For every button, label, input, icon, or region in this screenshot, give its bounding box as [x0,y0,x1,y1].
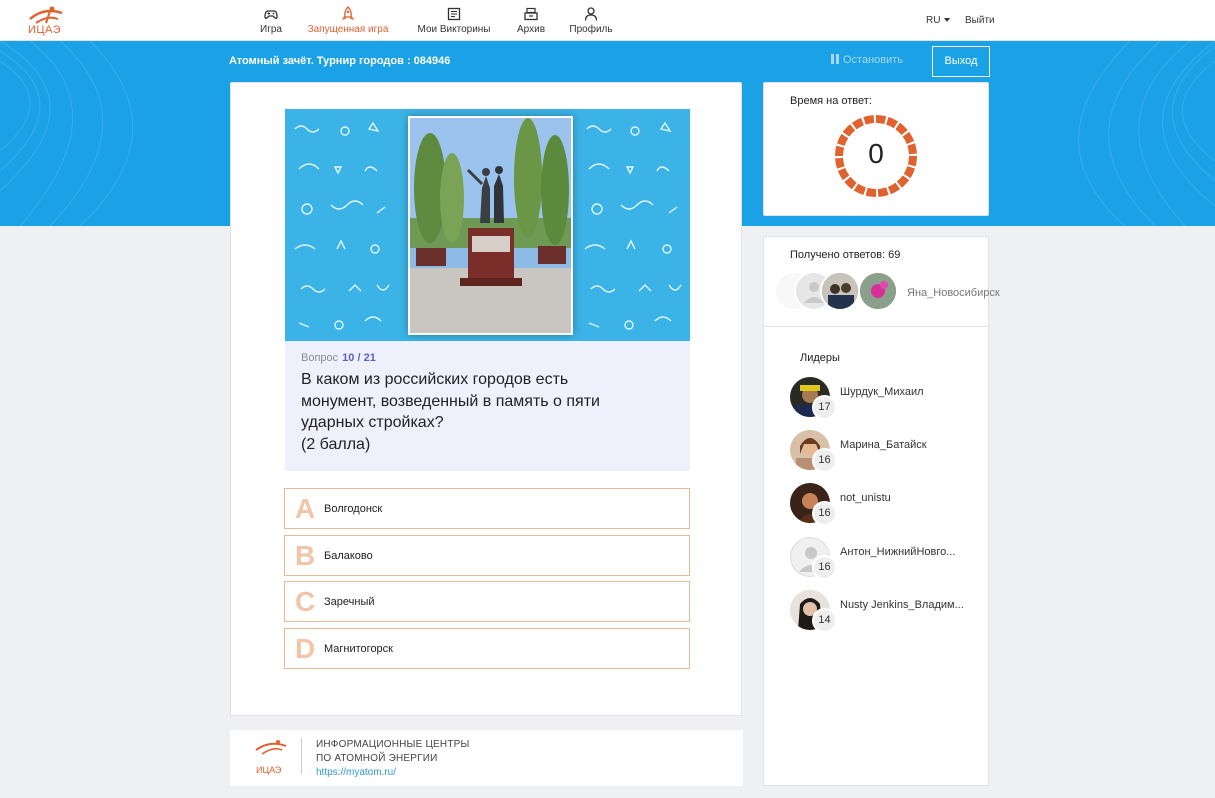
question-text-line: В каком из российских городов есть [301,371,569,388]
quiz-list-icon [447,7,461,21]
leader-score-badge: 16 [812,448,837,473]
question-total: / 21 [357,352,376,364]
answer-option-d[interactable]: D Магнитогорск [284,628,690,669]
divider [764,326,988,327]
nav-item-profile[interactable]: Профиль [568,6,614,35]
avatar [820,271,860,311]
nav-item-archive[interactable]: Архив [514,6,548,35]
footer-divider [301,738,302,774]
footer-link[interactable]: https://myatom.ru/ [316,767,396,778]
avatar-photo-icon [822,273,858,309]
question-points: (2 балла) [301,435,371,453]
monument-illustration [410,118,571,333]
game-title: Атомный зачёт. Турнир городов : 084946 [229,55,451,67]
question-text-line: монумент, возведенный в память о пяти [301,392,600,410]
latest-responder-name: Яна_Новосибирск [907,287,1000,299]
language-selector[interactable]: RU [926,15,951,26]
leader-row[interactable]: Nusty Jenkins_Владим... 14 [790,590,980,634]
leader-name: not_unistu [840,492,891,504]
rocket-icon [341,6,355,21]
nav-item-label: Архив [516,24,546,35]
question-counter: Вопрос 10 / 21 [301,352,376,364]
gamepad-icon [264,10,278,19]
question-number: 10 [342,352,355,364]
answer-option-a[interactable]: A Волгодонск [284,488,690,529]
answer-option-c[interactable]: C Заречный [284,581,690,622]
avatar [858,271,898,311]
answer-letter: B [295,540,316,571]
responses-count: Получено ответов: 69 [790,249,901,261]
footer-line-1: ИНФОРМАЦИОННЫЕ ЦЕНТРЫ [316,739,470,750]
answer-letter: D [295,633,316,664]
pause-icon [831,54,839,64]
leader-name: Антон_НижнийНовго... [840,546,956,558]
leader-score-badge: 14 [812,608,837,633]
leader-row[interactable]: not_unistu 16 [790,483,980,527]
leader-name: Nusty Jenkins_Владим... [840,599,964,611]
leader-score-badge: 16 [812,555,837,580]
answer-letter: C [295,586,316,617]
question-panel: Вопрос 10 / 21 В каком из российских горо… [285,341,690,471]
question-text-line: ударных стройках? [301,414,444,431]
timer-label: Время на ответ: [790,95,872,107]
footer-logo: ИЦАЭ [252,738,292,775]
responses-sidebar: Получено ответов: 69 Яна_Новосибирск Лид… [763,236,1000,786]
question-text: В каком из российских городов есть монум… [301,369,661,455]
nav-item-running-game[interactable]: Запущенная игра [305,6,391,35]
question-image [285,109,690,341]
exit-button[interactable]: Выход [932,46,990,77]
leader-row[interactable]: Марина_Батайск 16 [790,430,980,474]
answer-text: Волгодонск [324,503,383,515]
language-value: RU [926,15,941,26]
timer-value: 0 [868,138,884,169]
leader-name: Шурдук_Михаил [840,386,924,398]
leaders-title: Лидеры [800,352,840,364]
question-card: Вопрос 10 / 21 В каком из российских горо… [230,82,742,716]
footer-line-2: ПО АТОМНОЙ ЭНЕРГИИ [316,753,438,764]
monument-photo [408,116,573,335]
answer-option-b[interactable]: B Балаково [284,535,690,576]
leader-name: Марина_Батайск [840,439,927,451]
nav-item-label: Игра [260,24,282,35]
archive-icon [524,7,538,21]
nav-item-label: Профиль [569,24,613,35]
question-label: Вопрос [301,352,339,364]
nav-item-label: Запущенная игра [307,24,389,35]
logout-link[interactable]: Выйти [965,15,995,26]
caret-down-icon [944,18,951,23]
logo-text: ИЦАЭ [28,24,62,36]
footer-logo-text: ИЦАЭ [256,765,282,775]
nav-item-my-quizzes[interactable]: Мои Викторины [414,6,494,35]
answer-letter: A [295,493,316,524]
stop-button[interactable]: Остановить [831,54,903,66]
atom-logo-icon [255,740,287,755]
answer-text: Магнитогорск [324,643,393,655]
answer-text: Заречный [324,596,375,608]
user-icon [584,7,598,21]
timer-card: Время на ответ: 0 [763,82,989,216]
leader-row[interactable]: Шурдук_Михаил 17 [790,377,980,421]
footer: ИЦАЭ ИНФОРМАЦИОННЫЕ ЦЕНТРЫ ПО АТОМНОЙ ЭН… [230,730,743,786]
leader-row[interactable]: Антон_НижнийНовго... 16 [790,537,980,581]
leader-score-badge: 17 [812,395,837,420]
avatar-photo-icon [860,273,896,309]
top-nav: ИЦАЭ Игра Запущенная игра Мои Викторины … [0,0,1215,41]
stop-button-label: Остановить [843,54,904,66]
answer-text: Балаково [324,550,373,562]
nav-item-game[interactable]: Игра [254,6,288,35]
nav-item-label: Мои Викторины [417,24,491,35]
leader-score-badge: 16 [812,501,837,526]
